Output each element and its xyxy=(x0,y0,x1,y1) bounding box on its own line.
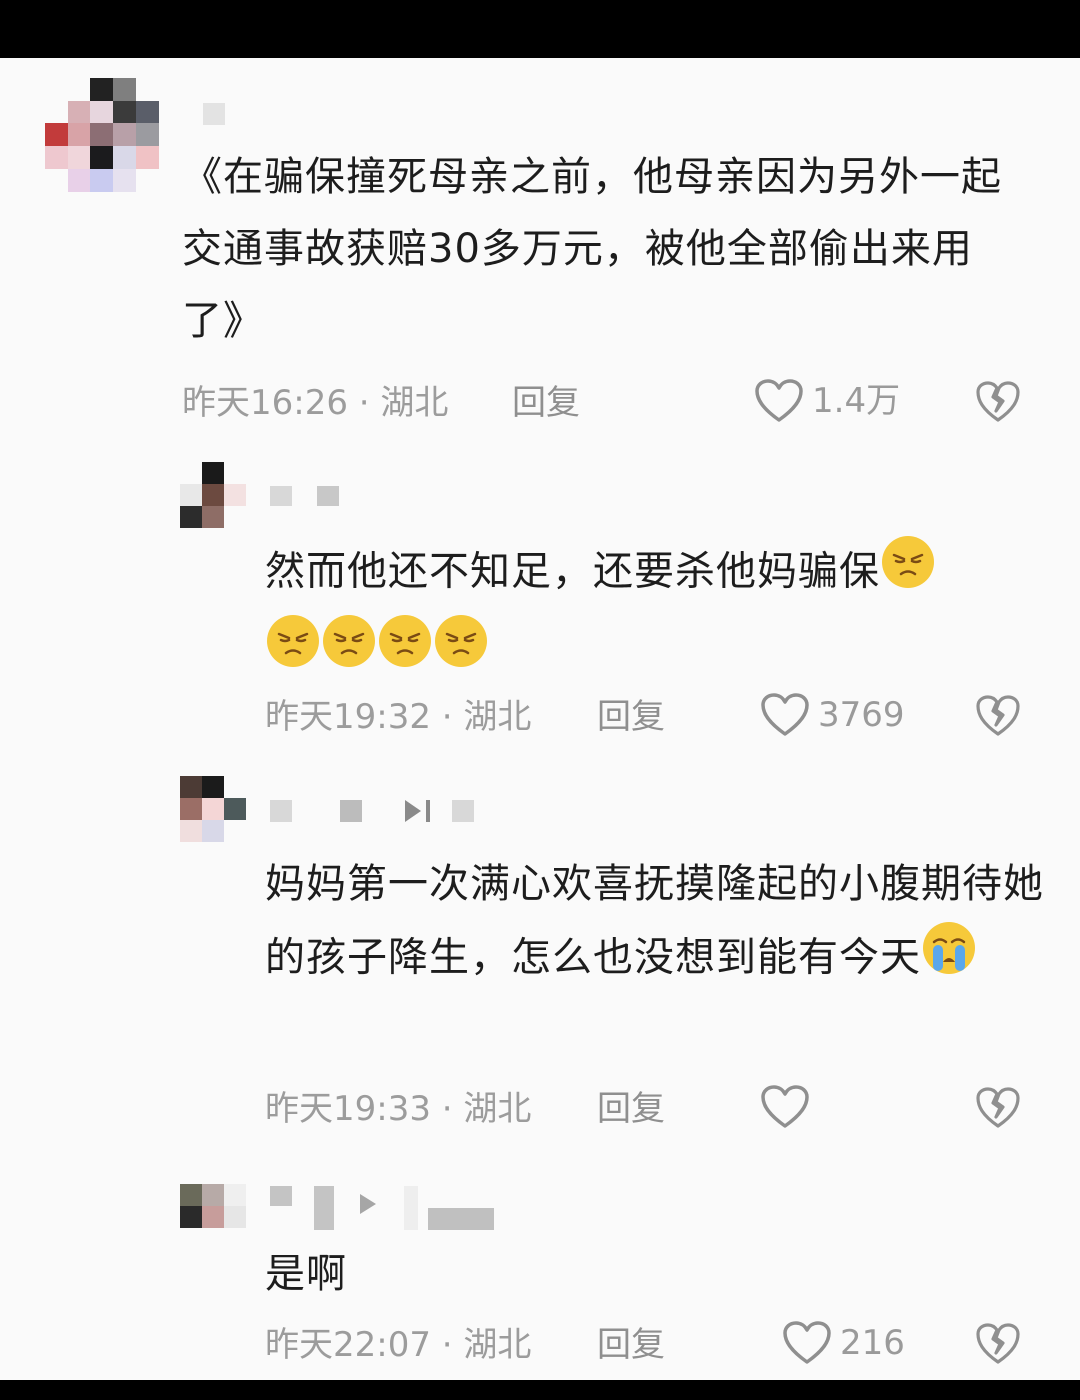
like-count: 3769 xyxy=(818,695,905,735)
dislike-button[interactable] xyxy=(975,380,1021,426)
dislike-button[interactable] xyxy=(975,1086,1021,1132)
heart-outline-icon xyxy=(760,1084,810,1130)
broken-heart-icon xyxy=(975,380,1021,424)
comment-meta: 昨天19:33 · 湖北 xyxy=(265,1089,532,1129)
angry-emoji-icon xyxy=(880,534,936,613)
avatar[interactable] xyxy=(45,78,160,193)
avatar[interactable] xyxy=(180,776,248,844)
comment-text: 然而他还不知足，还要杀他妈骗保 xyxy=(265,534,1025,692)
like-button[interactable]: 1.4万 xyxy=(754,378,900,424)
like-count: 1.4万 xyxy=(812,381,901,421)
angry-emoji-icon xyxy=(265,613,321,692)
comment-text-content: 然而他还不知足，还要杀他妈骗保 xyxy=(265,548,880,595)
comment-text: 是啊 xyxy=(265,1251,347,1297)
comment-text: 妈妈第一次满心欢喜抚摸隆起的小腹期待她的孩子降生，怎么也没想到能有今天 xyxy=(265,848,1045,999)
heart-outline-icon xyxy=(754,378,804,424)
angry-emoji-icon xyxy=(433,613,489,692)
crying-emoji-icon xyxy=(921,920,977,999)
comment-meta: 昨天16:26 · 湖北 xyxy=(182,383,449,423)
comment-meta: 昨天19:32 · 湖北 xyxy=(265,697,532,737)
avatar[interactable] xyxy=(180,462,248,530)
dislike-button[interactable] xyxy=(975,694,1021,740)
angry-emoji-icon xyxy=(377,613,433,692)
broken-heart-icon xyxy=(975,1322,1021,1366)
comment-thread: 《在骗保撞死母亲之前，他母亲因为另外一起交通事故获赔30多万元，被他全部偷出来用… xyxy=(0,58,1080,1380)
reply-button[interactable]: 回复 xyxy=(597,695,665,739)
avatar[interactable] xyxy=(180,1184,248,1230)
heart-outline-icon xyxy=(782,1320,832,1366)
like-button[interactable]: 216 xyxy=(782,1320,905,1366)
comment-text: 《在骗保撞死母亲之前，他母亲因为另外一起交通事故获赔30多万元，被他全部偷出来用… xyxy=(182,154,1002,344)
like-button[interactable] xyxy=(760,1084,818,1130)
dislike-button[interactable] xyxy=(975,1322,1021,1368)
reply-button[interactable]: 回复 xyxy=(597,1323,665,1367)
broken-heart-icon xyxy=(975,1086,1021,1130)
broken-heart-icon xyxy=(975,694,1021,738)
comment-meta: 昨天22:07 · 湖北 xyxy=(265,1325,532,1365)
like-count: 216 xyxy=(840,1323,905,1363)
reply-button[interactable]: 回复 xyxy=(512,381,580,425)
like-button[interactable]: 3769 xyxy=(760,692,905,738)
reply-button[interactable]: 回复 xyxy=(597,1087,665,1131)
heart-outline-icon xyxy=(760,692,810,738)
angry-emoji-icon xyxy=(321,613,377,692)
